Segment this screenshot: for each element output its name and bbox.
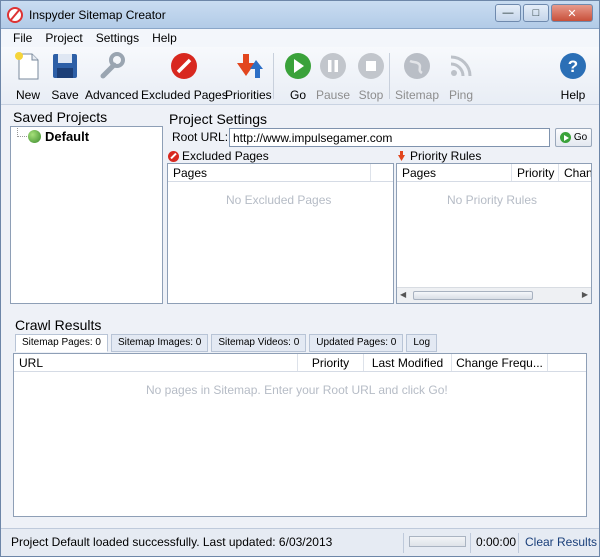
tab-sitemap-videos[interactable]: Sitemap Videos: 0 xyxy=(211,334,307,352)
no-entry-icon xyxy=(169,51,199,81)
status-message: Project Default loaded successfully. Las… xyxy=(11,535,333,549)
floppy-disk-icon xyxy=(50,51,80,81)
tab-updated-pages[interactable]: Updated Pages: 0 xyxy=(309,334,404,352)
horizontal-scrollbar[interactable]: ◀ ▶ xyxy=(397,287,591,303)
new-document-icon xyxy=(13,51,43,81)
excluded-empty-message: No Excluded Pages xyxy=(226,193,332,207)
priority-arrows-icon xyxy=(233,51,264,81)
app-window: Inspyder Sitemap Creator — □ ✕ File Proj… xyxy=(0,0,600,557)
status-separator xyxy=(470,533,471,553)
priority-rules-grid: Pages Priority Chan No Priority Rules ◀ … xyxy=(396,163,592,304)
tab-sitemap-images[interactable]: Sitemap Images: 0 xyxy=(110,334,209,352)
advanced-button[interactable]: Advanced xyxy=(85,51,138,102)
sitemap-button[interactable]: Sitemap xyxy=(395,51,439,102)
saved-projects-tree: Default xyxy=(10,126,163,304)
globe-icon xyxy=(28,130,41,143)
column-header-pages[interactable]: Pages xyxy=(168,164,371,181)
wrench-icon xyxy=(97,51,127,81)
tab-sitemap-pages[interactable]: Sitemap Pages: 0 xyxy=(15,334,108,352)
help-question-icon: ? xyxy=(558,51,588,81)
toolbar: New Save Advanced Excluded Pages Priorit… xyxy=(1,47,599,105)
column-header-url[interactable]: URL xyxy=(14,354,298,371)
title-bar: Inspyder Sitemap Creator — □ ✕ xyxy=(1,1,599,29)
crawl-results-title: Crawl Results xyxy=(15,317,102,333)
crawl-empty-message: No pages in Sitemap. Enter your Root URL… xyxy=(146,383,448,397)
priorities-button[interactable]: Priorities xyxy=(225,51,272,102)
column-header-extra xyxy=(371,164,393,181)
status-separator xyxy=(403,533,404,553)
excluded-pages-title: Excluded Pages xyxy=(182,149,269,163)
new-button[interactable]: New xyxy=(13,51,43,102)
svg-text:?: ? xyxy=(568,57,578,76)
project-item-label: Default xyxy=(45,129,90,144)
status-separator xyxy=(518,533,519,553)
tab-log[interactable]: Log xyxy=(406,334,438,352)
crawl-grid-header: URL Priority Last Modified Change Frequ.… xyxy=(14,354,586,372)
window-controls: — □ ✕ xyxy=(495,4,593,22)
menu-file[interactable]: File xyxy=(7,29,39,47)
app-logo-icon xyxy=(7,7,23,23)
menu-help[interactable]: Help xyxy=(146,29,184,47)
root-url-label: Root URL: xyxy=(172,130,229,144)
crawl-results-grid: URL Priority Last Modified Change Frequ.… xyxy=(13,353,587,517)
menu-project[interactable]: Project xyxy=(39,29,89,47)
status-bar: Project Default loaded successfully. Las… xyxy=(1,528,599,556)
priority-rules-title: Priority Rules xyxy=(410,149,482,163)
go-url-button[interactable]: Go xyxy=(555,128,592,147)
clear-results-link[interactable]: Clear Results xyxy=(525,535,597,549)
no-entry-icon xyxy=(168,150,179,162)
go-button[interactable]: Go xyxy=(283,51,313,102)
project-item-default[interactable]: Default xyxy=(28,129,89,144)
column-header-priority[interactable]: Priority xyxy=(298,354,364,371)
column-header-change[interactable]: Chan xyxy=(559,164,591,181)
column-header-pages[interactable]: Pages xyxy=(397,164,512,181)
minimize-button[interactable]: — xyxy=(495,4,521,22)
column-header-last-modified[interactable]: Last Modified xyxy=(364,354,452,371)
scrollbar-thumb[interactable] xyxy=(413,291,533,300)
stop-button[interactable]: Stop xyxy=(356,51,386,102)
pause-button[interactable]: Pause xyxy=(316,51,350,102)
priority-arrows-icon xyxy=(397,150,407,162)
excluded-pages-grid: Pages No Excluded Pages xyxy=(167,163,394,304)
progress-bar xyxy=(409,536,466,547)
excluded-pages-header: Excluded Pages xyxy=(168,149,269,163)
excluded-pages-button[interactable]: Excluded Pages xyxy=(141,51,228,102)
toolbar-separator xyxy=(273,53,274,99)
ping-button[interactable]: Ping xyxy=(446,51,476,102)
tree-line xyxy=(17,128,27,137)
priority-grid-header: Pages Priority Chan xyxy=(397,164,591,182)
column-header-priority[interactable]: Priority xyxy=(512,164,559,181)
play-icon xyxy=(559,132,571,143)
play-icon xyxy=(283,51,313,81)
help-button[interactable]: ? Help xyxy=(558,51,588,102)
priority-rules-header: Priority Rules xyxy=(397,149,481,163)
stop-icon xyxy=(356,51,386,81)
menu-bar: File Project Settings Help xyxy=(1,29,599,47)
close-button[interactable]: ✕ xyxy=(551,4,593,22)
menu-settings[interactable]: Settings xyxy=(90,29,146,47)
window-title: Inspyder Sitemap Creator xyxy=(29,8,166,22)
rss-icon xyxy=(446,51,476,81)
maximize-button[interactable]: □ xyxy=(523,4,549,22)
saved-projects-title: Saved Projects xyxy=(13,109,108,125)
elapsed-time: 0:00:00 xyxy=(476,535,517,549)
pause-icon xyxy=(318,51,348,81)
toolbar-separator xyxy=(389,53,390,99)
project-settings-title: Project Settings xyxy=(169,111,268,127)
root-url-input[interactable]: http://www.impulsegamer.com xyxy=(229,128,550,147)
scroll-right-arrow-icon[interactable]: ▶ xyxy=(582,290,588,299)
column-header-change-frequency[interactable]: Change Frequ... xyxy=(452,354,548,371)
excluded-grid-header: Pages xyxy=(168,164,393,182)
globe-icon xyxy=(402,51,432,81)
priority-empty-message: No Priority Rules xyxy=(447,193,538,207)
save-button[interactable]: Save xyxy=(50,51,80,102)
crawl-results-tabs: Sitemap Pages: 0 Sitemap Images: 0 Sitem… xyxy=(15,334,438,352)
scroll-left-arrow-icon[interactable]: ◀ xyxy=(400,290,406,299)
